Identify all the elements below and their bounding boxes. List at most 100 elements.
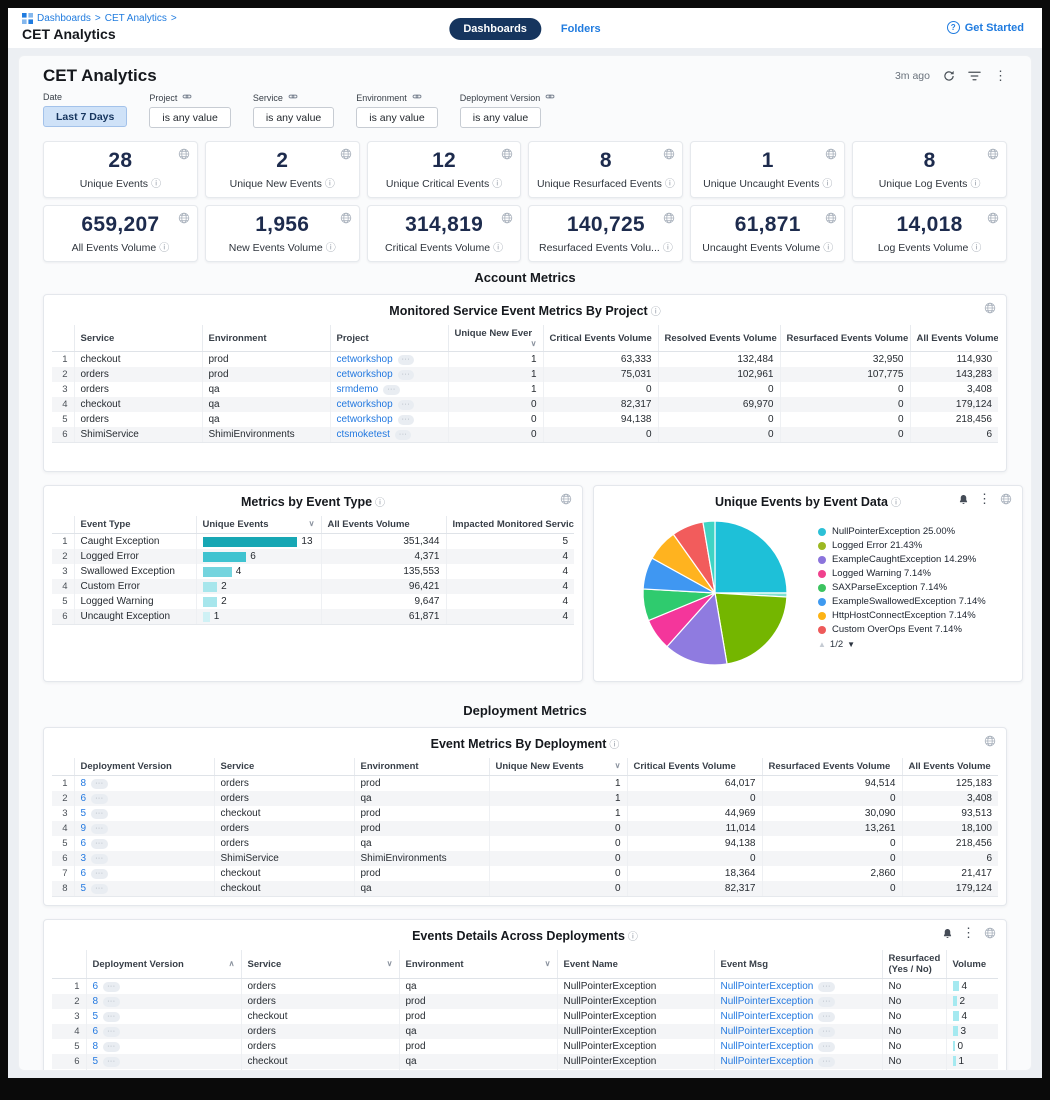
column-header-critical-events-volume[interactable]: Critical Events Volume (543, 325, 658, 352)
globe-icon[interactable] (340, 147, 352, 165)
overflow-chip[interactable]: ··· (383, 385, 400, 395)
deployment-version-link[interactable]: 5 (93, 1056, 99, 1067)
overflow-chip[interactable]: ··· (91, 809, 108, 819)
info-icon[interactable]: ⓘ (609, 740, 619, 751)
globe-icon[interactable] (560, 493, 572, 505)
overflow-chip[interactable]: ··· (91, 869, 108, 879)
info-icon[interactable]: ⓘ (891, 498, 901, 509)
deployment-version-link[interactable]: 5 (81, 808, 87, 819)
globe-icon[interactable] (984, 927, 996, 939)
info-icon[interactable]: ⓘ (822, 179, 832, 190)
bell-icon[interactable] (942, 928, 953, 939)
column-header-resurfaced-events-volume[interactable]: Resurfaced Events Volume (780, 325, 910, 352)
overflow-chip[interactable]: ··· (398, 400, 415, 410)
column-header-resurfaced-events-volume[interactable]: Resurfaced Events Volume (762, 758, 902, 776)
filter-value-environment[interactable]: is any value (356, 107, 437, 128)
column-header-unique-new-ever[interactable]: Unique New Ever∨ (448, 325, 543, 352)
project-link[interactable]: cetworkshop (337, 369, 393, 380)
column-header-event-msg[interactable]: Event Msg (714, 950, 882, 979)
help-question-icon[interactable]: ? (947, 21, 960, 34)
deployment-version-link[interactable]: 8 (93, 1041, 99, 1052)
deployment-version-link[interactable]: 8 (81, 778, 87, 789)
globe-icon[interactable] (987, 147, 999, 165)
overflow-chip[interactable]: ··· (91, 839, 108, 849)
deployment-version-link[interactable]: 6 (93, 1026, 99, 1037)
refresh-icon[interactable] (943, 70, 955, 82)
column-header-project[interactable]: Project (330, 325, 448, 352)
legend-item-saxparseexception-7-14[interactable]: SAXParseException 7.14% (818, 582, 1010, 594)
filter-value-project[interactable]: is any value (149, 107, 230, 128)
legend-item-logged-warning-7-14[interactable]: Logged Warning 7.14% (818, 568, 1010, 580)
event-msg-link[interactable]: NullPointerException (721, 1026, 814, 1037)
info-icon[interactable]: ⓘ (971, 243, 981, 254)
overflow-chip[interactable]: ··· (103, 997, 120, 1007)
deployment-version-link[interactable]: 8 (93, 996, 99, 1007)
tab-dashboards[interactable]: Dashboards (449, 18, 541, 40)
overflow-chip[interactable]: ··· (103, 982, 120, 992)
globe-icon[interactable] (984, 735, 996, 747)
globe-icon[interactable] (663, 211, 675, 229)
globe-icon[interactable] (825, 211, 837, 229)
overflow-chip[interactable]: ··· (818, 1057, 835, 1067)
info-icon[interactable]: ⓘ (159, 243, 169, 254)
globe-icon[interactable] (1000, 493, 1012, 505)
event-msg-link[interactable]: NullPointerException (721, 1041, 814, 1052)
event-msg-link[interactable]: NullPointerException (721, 1011, 814, 1022)
event-msg-link[interactable]: NullPointerException (721, 996, 814, 1007)
project-link[interactable]: cetworkshop (337, 354, 393, 365)
info-icon[interactable]: ⓘ (493, 243, 503, 254)
info-icon[interactable]: ⓘ (325, 179, 335, 190)
globe-icon[interactable] (501, 147, 513, 165)
kebab-menu-icon[interactable]: ⋮ (978, 493, 991, 505)
deployment-version-link[interactable]: 5 (93, 1011, 99, 1022)
globe-icon[interactable] (501, 211, 513, 229)
overflow-chip[interactable]: ··· (818, 1012, 835, 1022)
globe-icon[interactable] (178, 211, 190, 229)
globe-icon[interactable] (340, 211, 352, 229)
bell-icon[interactable] (958, 494, 969, 505)
overflow-chip[interactable]: ··· (91, 884, 108, 894)
legend-item-examplecaughtexception-14-29[interactable]: ExampleCaughtException 14.29% (818, 554, 1010, 566)
event-msg-link[interactable]: NullPointerException (721, 1056, 814, 1067)
column-header-environment[interactable]: Environment (354, 758, 489, 776)
legend-page-down-icon[interactable]: ▼ (847, 639, 855, 651)
overflow-chip[interactable]: ··· (91, 779, 108, 789)
breadcrumb-dashboards[interactable]: Dashboards (37, 13, 91, 24)
overflow-chip[interactable]: ··· (398, 355, 415, 365)
filter-value-deployment-version[interactable]: is any value (460, 107, 541, 128)
overflow-chip[interactable]: ··· (818, 997, 835, 1007)
column-header-volume[interactable]: Volume (946, 950, 998, 979)
info-icon[interactable]: ⓘ (665, 179, 675, 190)
globe-icon[interactable] (825, 147, 837, 165)
legend-item-exampleswallowedexception-7-14[interactable]: ExampleSwallowedException 7.14% (818, 596, 1010, 608)
filter-value-service[interactable]: is any value (253, 107, 334, 128)
column-header-resurfaced[interactable]: Resurfaced(Yes / No) (882, 950, 946, 979)
column-header-event-type[interactable]: Event Type (74, 516, 196, 534)
column-header-unique-events[interactable]: Unique Events∨ (196, 516, 321, 534)
column-header-event-name[interactable]: Event Name (557, 950, 714, 979)
deployment-version-link[interactable]: 9 (81, 823, 87, 834)
overflow-chip[interactable]: ··· (818, 982, 835, 992)
overflow-chip[interactable]: ··· (818, 1027, 835, 1037)
project-link[interactable]: cetworkshop (337, 414, 393, 425)
overflow-chip[interactable]: ··· (91, 794, 108, 804)
legend-item-logged-error-21-43[interactable]: Logged Error 21.43% (818, 540, 1010, 552)
overflow-chip[interactable]: ··· (91, 854, 108, 864)
globe-icon[interactable] (178, 147, 190, 165)
overflow-chip[interactable]: ··· (91, 824, 108, 834)
column-header-service[interactable]: Service (214, 758, 354, 776)
info-icon[interactable]: ⓘ (151, 179, 161, 190)
overflow-chip[interactable]: ··· (103, 1057, 120, 1067)
column-header-service[interactable]: Service∨ (241, 950, 399, 979)
globe-icon[interactable] (663, 147, 675, 165)
tab-folders[interactable]: Folders (561, 23, 601, 35)
info-icon[interactable]: ⓘ (651, 307, 661, 318)
project-link[interactable]: srmdemo (337, 384, 379, 395)
legend-item-nullpointerexception-25-00[interactable]: NullPointerException 25.00% (818, 526, 1010, 538)
column-header-unique-new-events[interactable]: Unique New Events∨ (489, 758, 627, 776)
info-icon[interactable]: ⓘ (326, 243, 336, 254)
column-header-all-events-volume[interactable]: All Events Volume (902, 758, 998, 776)
column-header-service[interactable]: Service (74, 325, 202, 352)
overflow-chip[interactable]: ··· (398, 370, 415, 380)
column-header-environment[interactable]: Environment (202, 325, 330, 352)
